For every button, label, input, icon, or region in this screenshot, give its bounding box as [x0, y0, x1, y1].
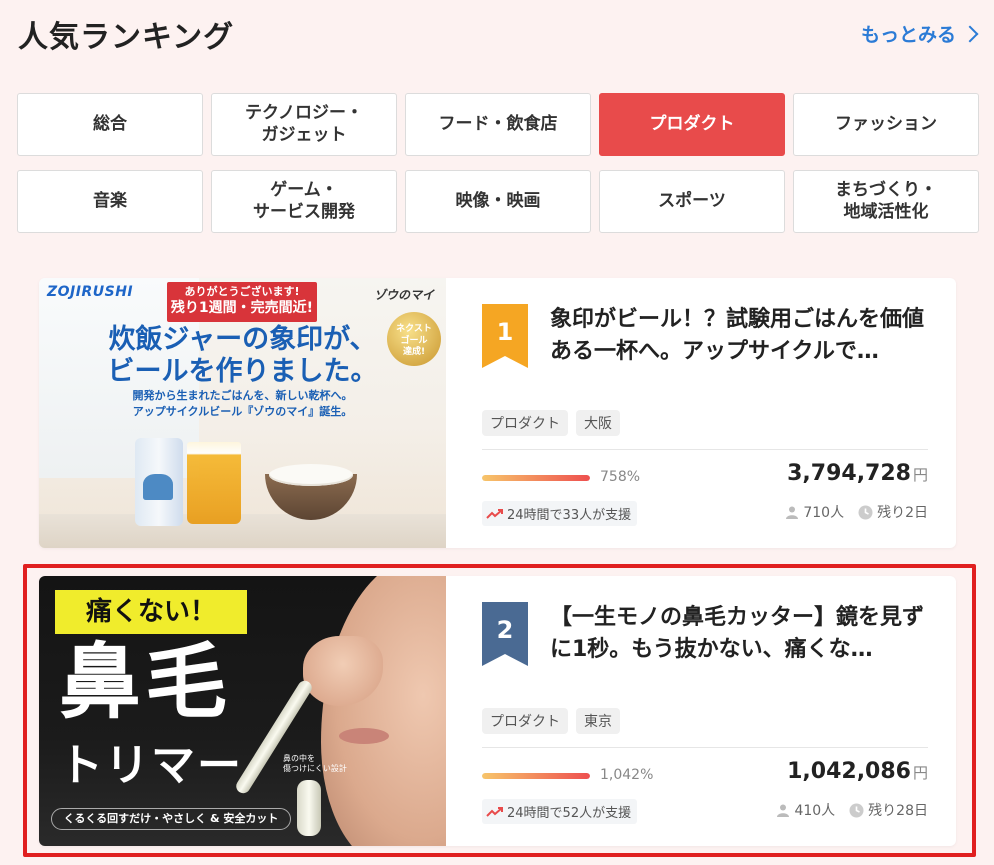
funding-amount: 3,794,728 円: [787, 461, 928, 486]
beer-can-image: [135, 438, 183, 526]
progress-fill: [482, 475, 590, 481]
days-remaining: 残り28日: [849, 800, 928, 820]
thumbnail-big-text: 鼻毛: [59, 635, 232, 730]
project-info: 2 【一生モノの鼻毛カッター】鏡を見ずに1秒。もう抜かない、痛くな… プロダクト…: [446, 576, 956, 846]
tag-list: プロダクト 大阪: [482, 410, 620, 436]
headline-line-1: 炊飯ジャーの象印が、: [108, 324, 377, 355]
project-info: 1 象印がビール！？試験用ごはんを価値ある一杯へ。アップサイクルで… プロダクト…: [446, 278, 956, 548]
supporters-value: 410人: [794, 803, 836, 819]
subline-2: アップサイクルビール『ゾウのマイ』誕生。: [132, 404, 353, 418]
amount-value: 1,042,086: [787, 759, 911, 784]
category-tab-fashion[interactable]: ファッション: [793, 93, 979, 156]
funding-percent: 758%: [600, 469, 641, 485]
ribbon-top-text: ありがとうございます!: [184, 285, 300, 298]
tag-list: プロダクト 東京: [482, 708, 620, 734]
supporters-value: 710人: [803, 505, 845, 521]
project-thumbnail[interactable]: ZOJIRUSHI ありがとうございます! 残り1週間・完売間近! ゾウのマイ …: [39, 278, 446, 548]
category-tab-technology[interactable]: テクノロジー・ ガジェット: [211, 93, 397, 156]
project-card[interactable]: ZOJIRUSHI ありがとうございます! 残り1週間・完売間近! ゾウのマイ …: [39, 278, 956, 548]
thumbnail-headline: 炊飯ジャーの象印が、 ビールを作りました。: [39, 324, 446, 389]
category-tab-sports[interactable]: スポーツ: [599, 170, 785, 233]
category-tabs: 総合 テクノロジー・ ガジェット フード・飲食店 プロダクト ファッション 音楽…: [17, 93, 979, 233]
see-more-label: もっとみる: [860, 24, 956, 46]
remaining-value: 残り2日: [877, 505, 928, 521]
ranking-header: 人気ランキング もっとみる: [18, 12, 979, 55]
thumbnail-bottom-bar: くるくる回すだけ・やさしく & 安全カット: [51, 808, 291, 830]
trend-up-icon: [486, 508, 504, 520]
rice-image: [269, 464, 353, 486]
remaining-value: 残り28日: [868, 803, 928, 819]
thumbnail-mid-text: トリマー: [59, 740, 243, 791]
funding-progress-bar: [482, 475, 590, 481]
beer-glass-image: [187, 442, 241, 524]
currency-label: 円: [912, 764, 928, 782]
chevron-right-icon: [961, 25, 979, 43]
recent-support-text: 24時間で33人が支援: [507, 508, 632, 523]
trend-up-icon: [486, 806, 504, 818]
days-remaining: 残り2日: [858, 502, 928, 522]
project-title[interactable]: 象印がビール！？試験用ごはんを価値ある一杯へ。アップサイクルで…: [550, 304, 928, 368]
funding-amount: 1,042,086 円: [787, 759, 928, 784]
subline-1: 開発から生まれたごはんを、新しい乾杯へ。: [132, 389, 353, 402]
progress-fill: [482, 773, 590, 779]
rank-number: 2: [496, 616, 514, 644]
category-tab-food[interactable]: フード・飲食店: [405, 93, 591, 156]
clock-icon: [858, 505, 873, 519]
see-more-link[interactable]: もっとみる: [860, 20, 979, 47]
face-image: [321, 576, 446, 846]
ribbon-main-text: 残り1週間・完売間近!: [170, 300, 314, 317]
thumbnail-note: 鼻の中を 傷つけにくい設計: [283, 754, 347, 774]
person-icon: [786, 506, 799, 519]
rank-badge: 2: [482, 602, 528, 666]
tag-category[interactable]: プロダクト: [482, 410, 568, 436]
recent-support-text: 24時間で52人が支援: [507, 806, 632, 821]
category-tab-game[interactable]: ゲーム・ サービス開発: [211, 170, 397, 233]
category-tab-community[interactable]: まちづくり・ 地域活性化: [793, 170, 979, 233]
tag-region[interactable]: 大阪: [576, 410, 620, 436]
thumbnail-ribbon: ありがとうございます! 残り1週間・完売間近!: [167, 282, 317, 322]
table-surface: [39, 514, 446, 548]
funding-progress-bar: [482, 773, 590, 779]
product-name-mark: ゾウのマイ: [373, 288, 434, 302]
divider: [482, 449, 928, 450]
thumbnail-banner: 痛くない！: [55, 590, 247, 634]
rank-number: 1: [496, 318, 514, 346]
supporters-count: 710人: [785, 502, 844, 522]
supporters-count: 410人: [776, 800, 835, 820]
tag-region[interactable]: 東京: [576, 708, 620, 734]
project-meta: 710人 残り2日: [785, 502, 928, 522]
category-tab-overall[interactable]: 総合: [17, 93, 203, 156]
thumbnail-subline: 開発から生まれたごはんを、新しい乾杯へ。 アップサイクルビール『ゾウのマイ』誕生…: [39, 388, 446, 420]
divider: [482, 747, 928, 748]
project-card[interactable]: 痛くない！ 鼻毛 トリマー 鼻の中を 傷つけにくい設計 くるくる回すだけ・やさし…: [39, 576, 956, 846]
recent-support-badge: 24時間で33人が支援: [482, 501, 638, 526]
currency-label: 円: [912, 466, 928, 484]
person-icon: [777, 804, 790, 817]
clock-icon: [849, 803, 864, 817]
section-title: 人気ランキング: [18, 20, 235, 55]
project-thumbnail[interactable]: 痛くない！ 鼻毛 トリマー 鼻の中を 傷つけにくい設計 くるくる回すだけ・やさし…: [39, 576, 446, 846]
recent-support-badge: 24時間で52人が支援: [482, 799, 638, 824]
project-meta: 410人 残り28日: [776, 800, 928, 820]
category-tab-product[interactable]: プロダクト: [599, 93, 785, 156]
headline-line-2: ビールを作りました。: [107, 356, 378, 388]
brand-logo: ZOJIRUSHI: [47, 284, 134, 300]
trimmer-image: [233, 678, 315, 796]
funding-percent: 1,042%: [600, 767, 654, 783]
trimmer-head-image: [297, 780, 321, 836]
project-title[interactable]: 【一生モノの鼻毛カッター】鏡を見ずに1秒。もう抜かない、痛くな…: [550, 602, 928, 666]
tag-category[interactable]: プロダクト: [482, 708, 568, 734]
category-tab-music[interactable]: 音楽: [17, 170, 203, 233]
amount-value: 3,794,728: [787, 461, 911, 486]
category-tab-movie[interactable]: 映像・映画: [405, 170, 591, 233]
rank-badge: 1: [482, 304, 528, 368]
lips-image: [339, 728, 389, 744]
